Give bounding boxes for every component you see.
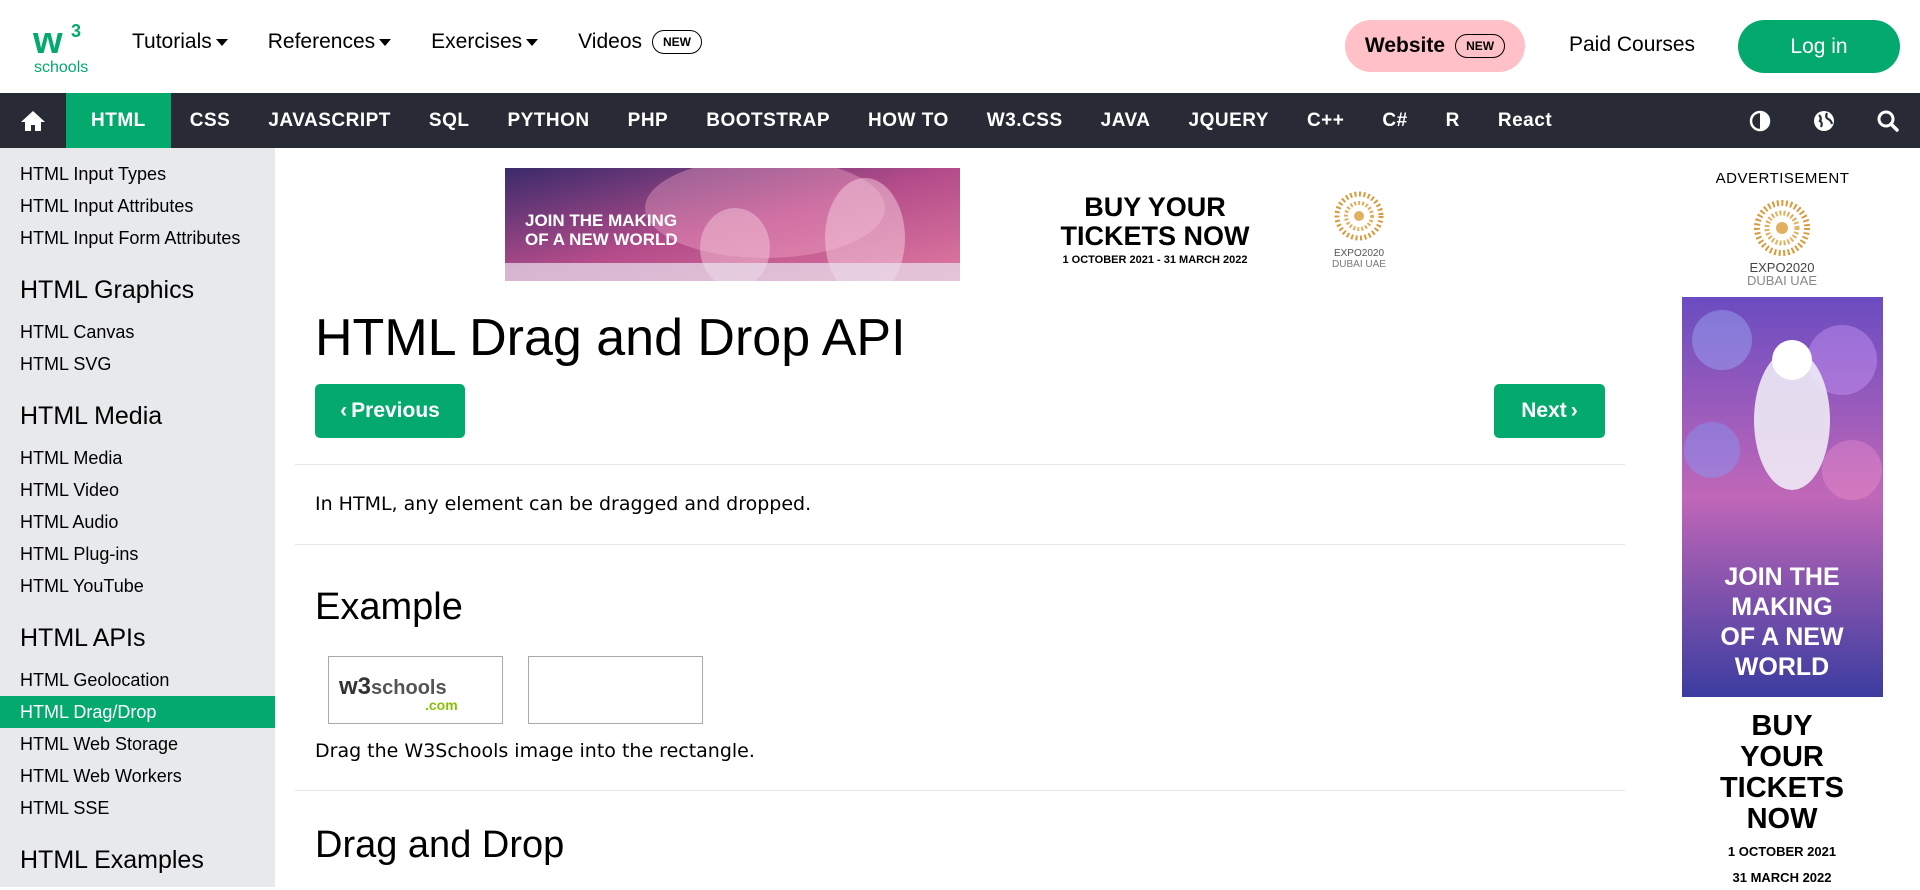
tab-react[interactable]: React bbox=[1479, 93, 1571, 148]
previous-button[interactable]: ‹ Previous bbox=[315, 384, 465, 438]
svg-text:TICKETS: TICKETS bbox=[1720, 772, 1844, 804]
svg-text:DUBAI UAE: DUBAI UAE bbox=[1332, 259, 1386, 270]
caret-down-icon bbox=[379, 38, 392, 46]
search-icon[interactable] bbox=[1856, 93, 1920, 148]
svg-text:OF A NEW: OF A NEW bbox=[1720, 623, 1844, 651]
sidebar-item-canvas[interactable]: HTML Canvas bbox=[0, 316, 275, 348]
caret-down-icon bbox=[215, 38, 228, 46]
intro-text: In HTML, any element can be dragged and … bbox=[315, 493, 812, 515]
caret-down-icon bbox=[526, 38, 539, 46]
sidebar-heading-media: HTML Media bbox=[20, 402, 163, 430]
sidebar: HTML Input Types HTML Input Attributes H… bbox=[0, 148, 275, 887]
sidebar-item-input-types[interactable]: HTML Input Types bbox=[0, 158, 275, 190]
sidebar-item-geolocation[interactable]: HTML Geolocation bbox=[0, 664, 275, 696]
tab-java[interactable]: JAVA bbox=[1082, 93, 1170, 148]
svg-text:NOW: NOW bbox=[1747, 803, 1819, 835]
svg-text:JOIN THE MAKING: JOIN THE MAKING bbox=[525, 211, 677, 230]
tab-cpp[interactable]: C++ bbox=[1288, 93, 1363, 148]
svg-text:1 OCTOBER 2021: 1 OCTOBER 2021 bbox=[1728, 844, 1836, 859]
sidebar-item-youtube[interactable]: HTML YouTube bbox=[0, 570, 275, 602]
svg-text:EXPO2020: EXPO2020 bbox=[1334, 248, 1384, 259]
sidebar-item-web-storage[interactable]: HTML Web Storage bbox=[0, 728, 275, 760]
w3schools-logo[interactable]: w 3 schools bbox=[32, 17, 93, 76]
tab-css[interactable]: CSS bbox=[171, 93, 250, 148]
svg-text:31 MARCH 2022: 31 MARCH 2022 bbox=[1733, 870, 1832, 885]
svg-text:JOIN THE: JOIN THE bbox=[1724, 563, 1839, 591]
divider bbox=[295, 790, 1625, 791]
chevron-right-icon: › bbox=[1570, 399, 1578, 422]
svg-text:BUY YOUR: BUY YOUR bbox=[1084, 192, 1226, 222]
globe-icon[interactable] bbox=[1792, 93, 1856, 148]
sidebar-item-input-form-attributes[interactable]: HTML Input Form Attributes bbox=[0, 222, 275, 254]
login-button[interactable]: Log in bbox=[1738, 20, 1900, 73]
tab-python[interactable]: PYTHON bbox=[488, 93, 608, 148]
sidebar-item-plugins[interactable]: HTML Plug-ins bbox=[0, 538, 275, 570]
svg-text:BUY: BUY bbox=[1751, 710, 1812, 742]
drag-and-drop-heading: Drag and Drop bbox=[315, 824, 565, 866]
svg-text:TICKETS NOW: TICKETS NOW bbox=[1061, 221, 1251, 251]
sidebar-item-video[interactable]: HTML Video bbox=[0, 474, 275, 506]
sidebar-item-web-workers[interactable]: HTML Web Workers bbox=[0, 760, 275, 792]
exercises-menu[interactable]: Exercises bbox=[431, 30, 539, 54]
svg-text:YOUR: YOUR bbox=[1740, 741, 1824, 773]
tutorials-menu[interactable]: Tutorials bbox=[132, 30, 228, 54]
sidebar-heading-apis: HTML APIs bbox=[20, 624, 146, 652]
tab-howto[interactable]: HOW TO bbox=[849, 93, 968, 148]
top-nav: Tutorials References Exercises Videos NEW bbox=[132, 30, 742, 54]
page-title: HTML Drag and Drop API bbox=[315, 309, 906, 367]
svg-text:MAKING: MAKING bbox=[1731, 593, 1832, 621]
expo-banner-ad[interactable]: JOIN THE MAKING OF A NEW WORLD BUY YOUR … bbox=[505, 168, 1419, 281]
next-button[interactable]: Next › bbox=[1494, 384, 1605, 438]
tab-bootstrap[interactable]: BOOTSTRAP bbox=[687, 93, 849, 148]
chevron-left-icon: ‹ bbox=[340, 399, 348, 422]
w3schools-image[interactable]: w3schools .com bbox=[339, 673, 458, 713]
example-heading: Example bbox=[315, 586, 463, 628]
paid-courses-link[interactable]: Paid Courses bbox=[1569, 33, 1695, 57]
svg-text:w: w bbox=[33, 20, 63, 62]
sidebar-item-svg[interactable]: HTML SVG bbox=[0, 348, 275, 380]
tab-javascript[interactable]: JAVASCRIPT bbox=[249, 93, 410, 148]
tab-php[interactable]: PHP bbox=[609, 93, 688, 148]
website-button[interactable]: Website NEW bbox=[1345, 20, 1525, 72]
tab-html[interactable]: HTML bbox=[66, 93, 171, 148]
tab-w3css[interactable]: W3.CSS bbox=[968, 93, 1082, 148]
tab-jquery[interactable]: JQUERY bbox=[1170, 93, 1288, 148]
svg-text:WORLD: WORLD bbox=[1735, 653, 1829, 681]
divider bbox=[295, 544, 1625, 545]
svg-text:schools: schools bbox=[34, 59, 88, 75]
tab-csharp[interactable]: C# bbox=[1363, 93, 1426, 148]
svg-text:3: 3 bbox=[71, 21, 81, 41]
tab-sql[interactable]: SQL bbox=[410, 93, 489, 148]
references-menu[interactable]: References bbox=[268, 30, 392, 54]
sidebar-item-sse[interactable]: HTML SSE bbox=[0, 792, 275, 824]
drag-source-box[interactable]: w3schools .com bbox=[328, 656, 503, 724]
svg-text:DUBAI UAE: DUBAI UAE bbox=[1747, 273, 1817, 288]
sidebar-item-input-attributes[interactable]: HTML Input Attributes bbox=[0, 190, 275, 222]
right-ad-column: ADVERTISEMENT EXPO2020 DUBAI UAE JOIN TH… bbox=[1645, 148, 1920, 890]
svg-text:1 OCTOBER 2021 - 31 MARCH 2022: 1 OCTOBER 2021 - 31 MARCH 2022 bbox=[1062, 254, 1247, 266]
main-content: JOIN THE MAKING OF A NEW WORLD BUY YOUR … bbox=[275, 148, 1645, 887]
sidebar-heading-examples: HTML Examples bbox=[20, 846, 204, 874]
top-bar: w 3 schools Tutorials References Exercis… bbox=[0, 0, 1920, 93]
drop-target-box[interactable] bbox=[528, 656, 703, 724]
svg-text:OF A NEW WORLD: OF A NEW WORLD bbox=[525, 230, 678, 249]
advertisement-label: ADVERTISEMENT bbox=[1715, 170, 1850, 187]
sidebar-heading-graphics: HTML Graphics bbox=[20, 276, 195, 304]
subject-nav: HTML CSS JAVASCRIPT SQL PYTHON PHP BOOTS… bbox=[0, 93, 1920, 148]
sidebar-item-audio[interactable]: HTML Audio bbox=[0, 506, 275, 538]
sidebar-item-drag-drop[interactable]: HTML Drag/Drop bbox=[0, 696, 275, 728]
videos-link[interactable]: Videos NEW bbox=[578, 30, 703, 54]
drag-caption: Drag the W3Schools image into the rectan… bbox=[315, 740, 755, 762]
contrast-icon[interactable] bbox=[1728, 93, 1792, 148]
tab-r[interactable]: R bbox=[1427, 93, 1479, 148]
divider bbox=[295, 464, 1625, 465]
new-badge: NEW bbox=[652, 30, 703, 54]
sidebar-item-media[interactable]: HTML Media bbox=[0, 442, 275, 474]
home-icon[interactable] bbox=[0, 93, 66, 148]
expo-vertical-ad[interactable]: EXPO2020 DUBAI UAE JOIN THE MAKING OF A … bbox=[1682, 190, 1883, 890]
new-badge: NEW bbox=[1455, 34, 1506, 58]
